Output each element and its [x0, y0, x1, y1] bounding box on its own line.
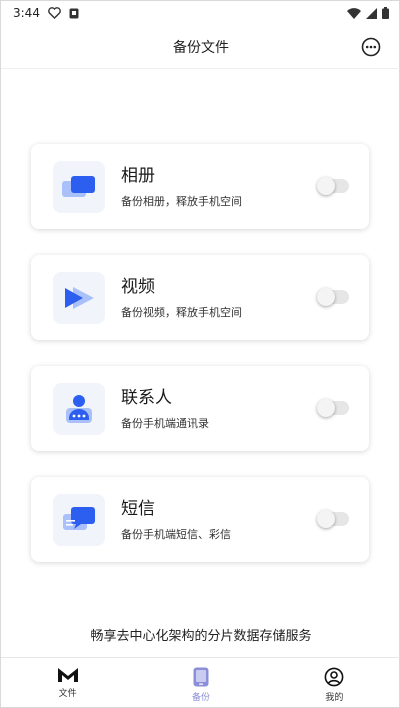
- nav-label: 备份: [191, 693, 210, 703]
- toggle-knob: [317, 288, 335, 306]
- card-description: 备份手机端短信、彩信: [121, 527, 231, 541]
- m-logo-icon: [57, 668, 78, 682]
- card-title: 视频: [121, 276, 155, 297]
- bottom-nav: 文件 备份 我的: [1, 657, 400, 708]
- more-button[interactable]: [359, 35, 383, 59]
- card-description: 备份手机端通讯录: [121, 416, 209, 430]
- backup-card-messages[interactable]: 短信 备份手机端短信、彩信: [31, 477, 369, 562]
- app-header: 备份文件: [1, 25, 400, 69]
- page-title: 备份文件: [173, 39, 229, 56]
- photos-backup-toggle[interactable]: [317, 177, 349, 195]
- contact-icon: [53, 382, 105, 435]
- nav-item-backup[interactable]: 备份: [134, 658, 267, 708]
- app-screen: 3:44 备份文件 相册 备份相册，释放手机空间 视频 备份视频，释放手机空间 …: [0, 0, 400, 708]
- backup-card-list: 相册 备份相册，释放手机空间 视频 备份视频，释放手机空间 联系人 备份手机端通…: [31, 144, 369, 588]
- messages-backup-toggle[interactable]: [317, 510, 349, 528]
- card-title: 联系人: [121, 387, 172, 408]
- message-icon: [53, 493, 105, 546]
- nav-item-profile[interactable]: 我的: [268, 658, 400, 708]
- card-title: 相册: [121, 165, 155, 186]
- notification-icon: [69, 8, 79, 19]
- battery-icon: [382, 7, 389, 19]
- nav-label: 我的: [325, 693, 344, 703]
- nav-item-files[interactable]: 文件: [1, 658, 134, 708]
- card-description: 备份视频，释放手机空间: [121, 305, 242, 319]
- nav-label: 文件: [58, 689, 77, 699]
- signal-icon: [366, 7, 377, 19]
- contacts-backup-toggle[interactable]: [317, 399, 349, 417]
- status-time: 3:44: [13, 6, 40, 20]
- toggle-knob: [317, 399, 335, 417]
- toggle-knob: [317, 177, 335, 195]
- more-options-icon: [361, 37, 381, 57]
- phone-icon: [193, 667, 209, 687]
- card-title: 短信: [121, 498, 155, 519]
- card-description: 备份相册，释放手机空间: [121, 194, 242, 208]
- heart-icon: [48, 7, 61, 19]
- videos-backup-toggle[interactable]: [317, 288, 349, 306]
- photo-album-icon: [53, 160, 105, 213]
- wifi-icon: [347, 7, 361, 19]
- backup-card-videos[interactable]: 视频 备份视频，释放手机空间: [31, 255, 369, 340]
- user-icon: [324, 667, 344, 687]
- video-play-icon: [53, 271, 105, 324]
- backup-card-contacts[interactable]: 联系人 备份手机端通讯录: [31, 366, 369, 451]
- status-bar: 3:44: [1, 1, 400, 25]
- slogan-text: 畅享去中心化架构的分片数据存储服务: [90, 629, 312, 644]
- toggle-knob: [317, 510, 335, 528]
- backup-card-photos[interactable]: 相册 备份相册，释放手机空间: [31, 144, 369, 229]
